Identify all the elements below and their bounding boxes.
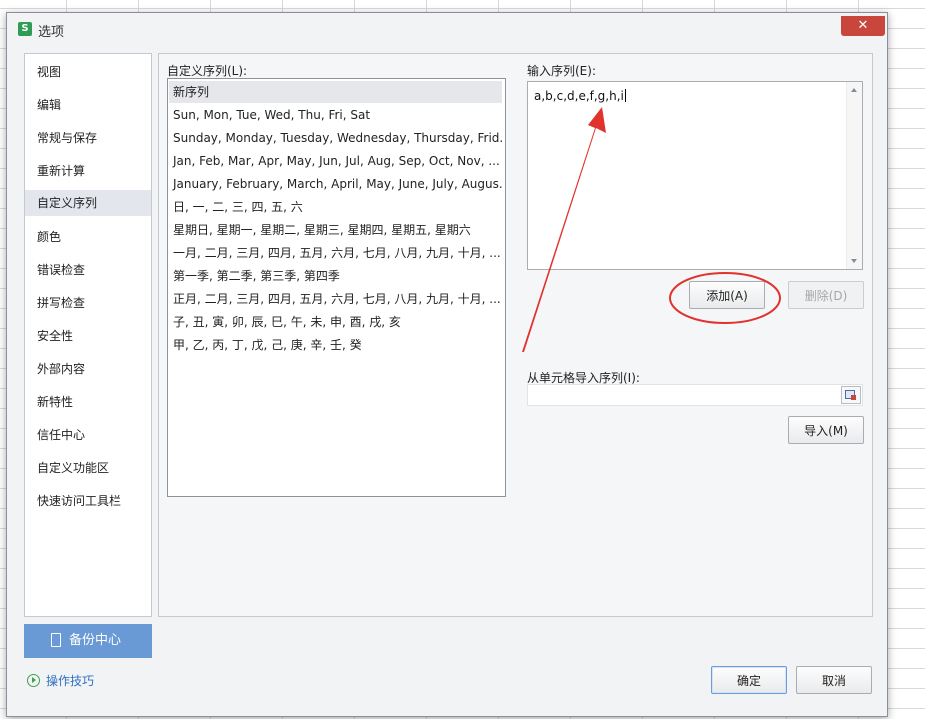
list-item[interactable]: 第一季, 第二季, 第三季, 第四季 (169, 265, 502, 287)
ok-button[interactable]: 确定 (711, 666, 787, 694)
nav-item-color[interactable]: 颜色 (25, 224, 151, 250)
list-item[interactable]: 正月, 二月, 三月, 四月, 五月, 六月, 七月, 八月, 九月, 十月, … (169, 288, 502, 310)
wps-spreadsheet-icon: S (18, 22, 32, 36)
list-item[interactable]: 甲, 乙, 丙, 丁, 戊, 己, 庚, 辛, 壬, 癸 (169, 334, 502, 356)
nav-item-customize-ribbon[interactable]: 自定义功能区 (25, 455, 151, 481)
nav-item-security[interactable]: 安全性 (25, 323, 151, 349)
dialog-titlebar: S 选项 ✕ (7, 13, 887, 45)
list-item[interactable]: 日, 一, 二, 三, 四, 五, 六 (169, 196, 502, 218)
nav-item-error-check[interactable]: 错误检查 (25, 257, 151, 283)
nav-item-quick-access-toolbar[interactable]: 快速访问工具栏 (25, 488, 151, 514)
tips-link[interactable]: 操作技巧 (27, 672, 94, 689)
options-nav: 视图 编辑 常规与保存 重新计算 自定义序列 颜色 错误检查 拼写检查 安全性 … (24, 53, 152, 617)
list-item[interactable]: 一月, 二月, 三月, 四月, 五月, 六月, 七月, 八月, 九月, 十月, … (169, 242, 502, 264)
range-select-icon (845, 390, 856, 400)
tips-label: 操作技巧 (46, 674, 95, 688)
import-button[interactable]: 导入(M) (788, 416, 864, 444)
options-dialog: S 选项 ✕ 视图 编辑 常规与保存 重新计算 自定义序列 颜色 错误检查 拼写… (6, 12, 888, 717)
cancel-button[interactable]: 取消 (796, 666, 872, 694)
add-button[interactable]: 添加(A) (689, 281, 765, 309)
custom-lists-listbox[interactable]: 新序列 Sun, Mon, Tue, Wed, Thu, Fri, Sat Su… (167, 78, 506, 497)
list-item[interactable]: January, February, March, April, May, Ju… (169, 173, 502, 195)
backup-center-button[interactable]: 备份中心 (24, 624, 152, 658)
nav-item-spell-check[interactable]: 拼写检查 (25, 290, 151, 316)
scroll-up-icon[interactable] (851, 88, 857, 92)
nav-item-external-content[interactable]: 外部内容 (25, 356, 151, 382)
nav-item-edit[interactable]: 编辑 (25, 92, 151, 118)
list-entries-label: 输入序列(E): (527, 64, 596, 78)
nav-item-recalculate[interactable]: 重新计算 (25, 158, 151, 184)
list-item[interactable]: 新序列 (169, 81, 502, 103)
nav-item-trust-center[interactable]: 信任中心 (25, 422, 151, 448)
list-item[interactable]: Sun, Mon, Tue, Wed, Thu, Fri, Sat (169, 104, 502, 126)
vertical-scrollbar[interactable] (846, 82, 862, 269)
backup-center-label: 备份中心 (69, 633, 122, 648)
document-icon (51, 633, 61, 647)
nav-item-custom-lists[interactable]: 自定义序列 (25, 190, 151, 216)
custom-lists-panel: 自定义序列(L): 新序列 Sun, Mon, Tue, Wed, Thu, F… (158, 53, 873, 617)
import-range-input[interactable] (527, 384, 863, 406)
nav-item-general-save[interactable]: 常规与保存 (25, 125, 151, 151)
nav-item-view[interactable]: 视图 (25, 59, 151, 85)
list-entries-textarea[interactable]: a,b,c,d,e,f,g,h,i (527, 81, 863, 270)
custom-lists-label: 自定义序列(L): (167, 64, 248, 78)
dialog-title: 选项 (38, 25, 65, 40)
list-item[interactable]: Sunday, Monday, Tuesday, Wednesday, Thur… (169, 127, 502, 149)
play-circle-icon (27, 674, 40, 687)
list-entries-value: a,b,c,d,e,f,g,h,i (534, 89, 626, 103)
delete-button[interactable]: 删除(D) (788, 281, 864, 309)
list-item[interactable]: 星期日, 星期一, 星期二, 星期三, 星期四, 星期五, 星期六 (169, 219, 502, 241)
close-button[interactable]: ✕ (841, 16, 885, 36)
nav-item-new-features[interactable]: 新特性 (25, 389, 151, 415)
list-item[interactable]: Jan, Feb, Mar, Apr, May, Jun, Jul, Aug, … (169, 150, 502, 172)
list-item[interactable]: 子, 丑, 寅, 卯, 辰, 巳, 午, 未, 申, 酉, 戌, 亥 (169, 311, 502, 333)
range-select-button[interactable] (841, 386, 861, 404)
scroll-down-icon[interactable] (851, 259, 857, 263)
